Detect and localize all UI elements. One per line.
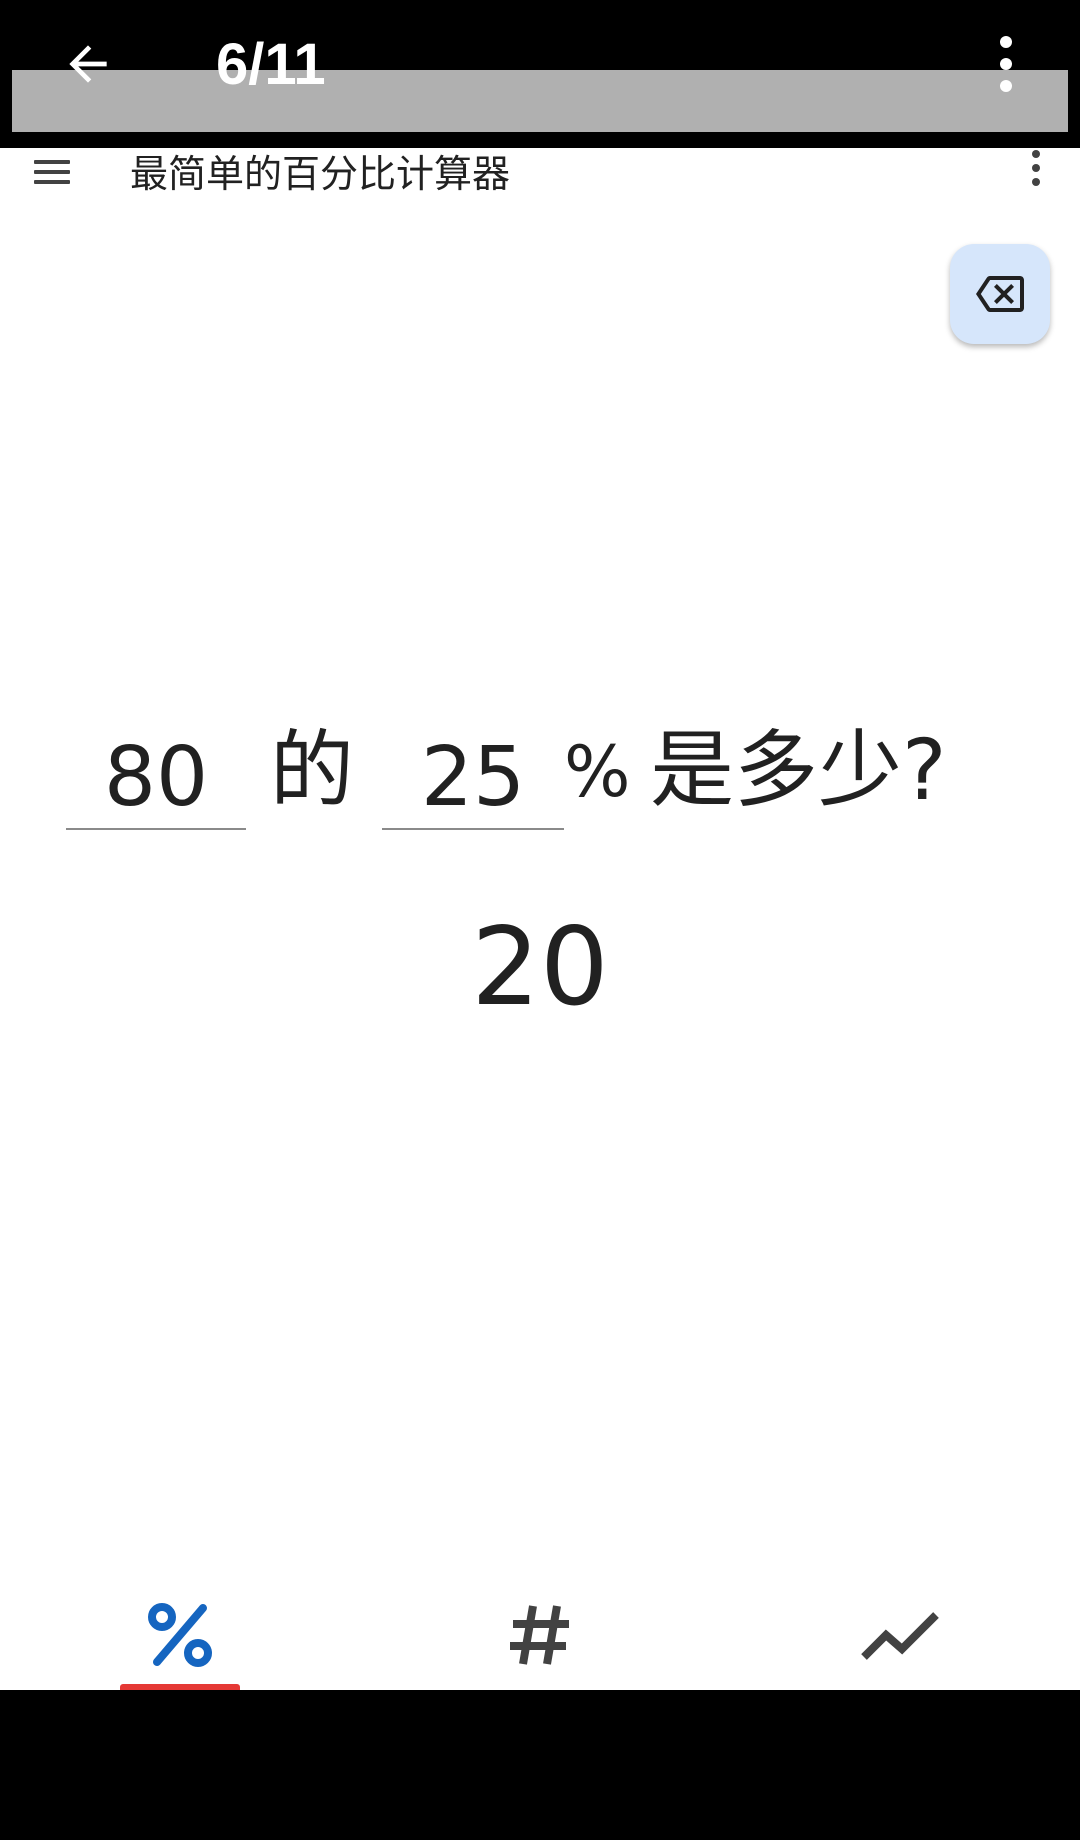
hamburger-icon[interactable] <box>32 152 72 192</box>
image-counter: 6/11 <box>216 32 326 97</box>
hamburger-line <box>34 160 70 164</box>
backspace-icon <box>976 276 1024 312</box>
trending-up-icon <box>861 1612 939 1660</box>
percent-value-input[interactable] <box>382 726 564 830</box>
back-button[interactable] <box>52 28 124 100</box>
more-vert-dot <box>1000 80 1012 92</box>
result-value: 20 <box>471 905 609 1030</box>
hamburger-line <box>34 170 70 174</box>
more-vert-dot <box>1000 58 1012 70</box>
base-value-input[interactable] <box>66 726 246 830</box>
app-title: 最简单的百分比计算器 <box>130 152 511 196</box>
overflow-menu-button[interactable] <box>1026 148 1046 188</box>
clear-button[interactable] <box>950 244 1050 344</box>
more-vert-dot <box>1032 164 1040 172</box>
more-vert-icon <box>1032 150 1040 158</box>
question-label: 是多少? <box>650 721 947 819</box>
tab-percent[interactable] <box>0 1580 360 1690</box>
percent-sign-label: % <box>564 731 631 813</box>
hash-icon <box>510 1605 569 1665</box>
bottom-nav <box>0 1580 1080 1690</box>
more-vert-icon <box>1000 36 1012 48</box>
arrow-left-icon <box>69 45 107 83</box>
question-row: 的 % 是多少? <box>0 700 1080 840</box>
percent-icon <box>148 1603 212 1667</box>
tab-trend[interactable] <box>720 1580 1080 1690</box>
system-nav-bar <box>0 1690 1080 1840</box>
viewer-top-bar: 6/11 <box>0 0 1080 148</box>
tab-number[interactable] <box>360 1580 720 1690</box>
viewer-thumbnail-strip <box>12 70 1068 132</box>
app-bar: 最简单的百分比计算器 <box>0 148 1080 228</box>
more-vert-dot <box>1032 178 1040 186</box>
viewer-more-button[interactable] <box>976 26 1036 102</box>
hamburger-line <box>34 180 70 184</box>
of-label: 的 <box>270 721 355 819</box>
